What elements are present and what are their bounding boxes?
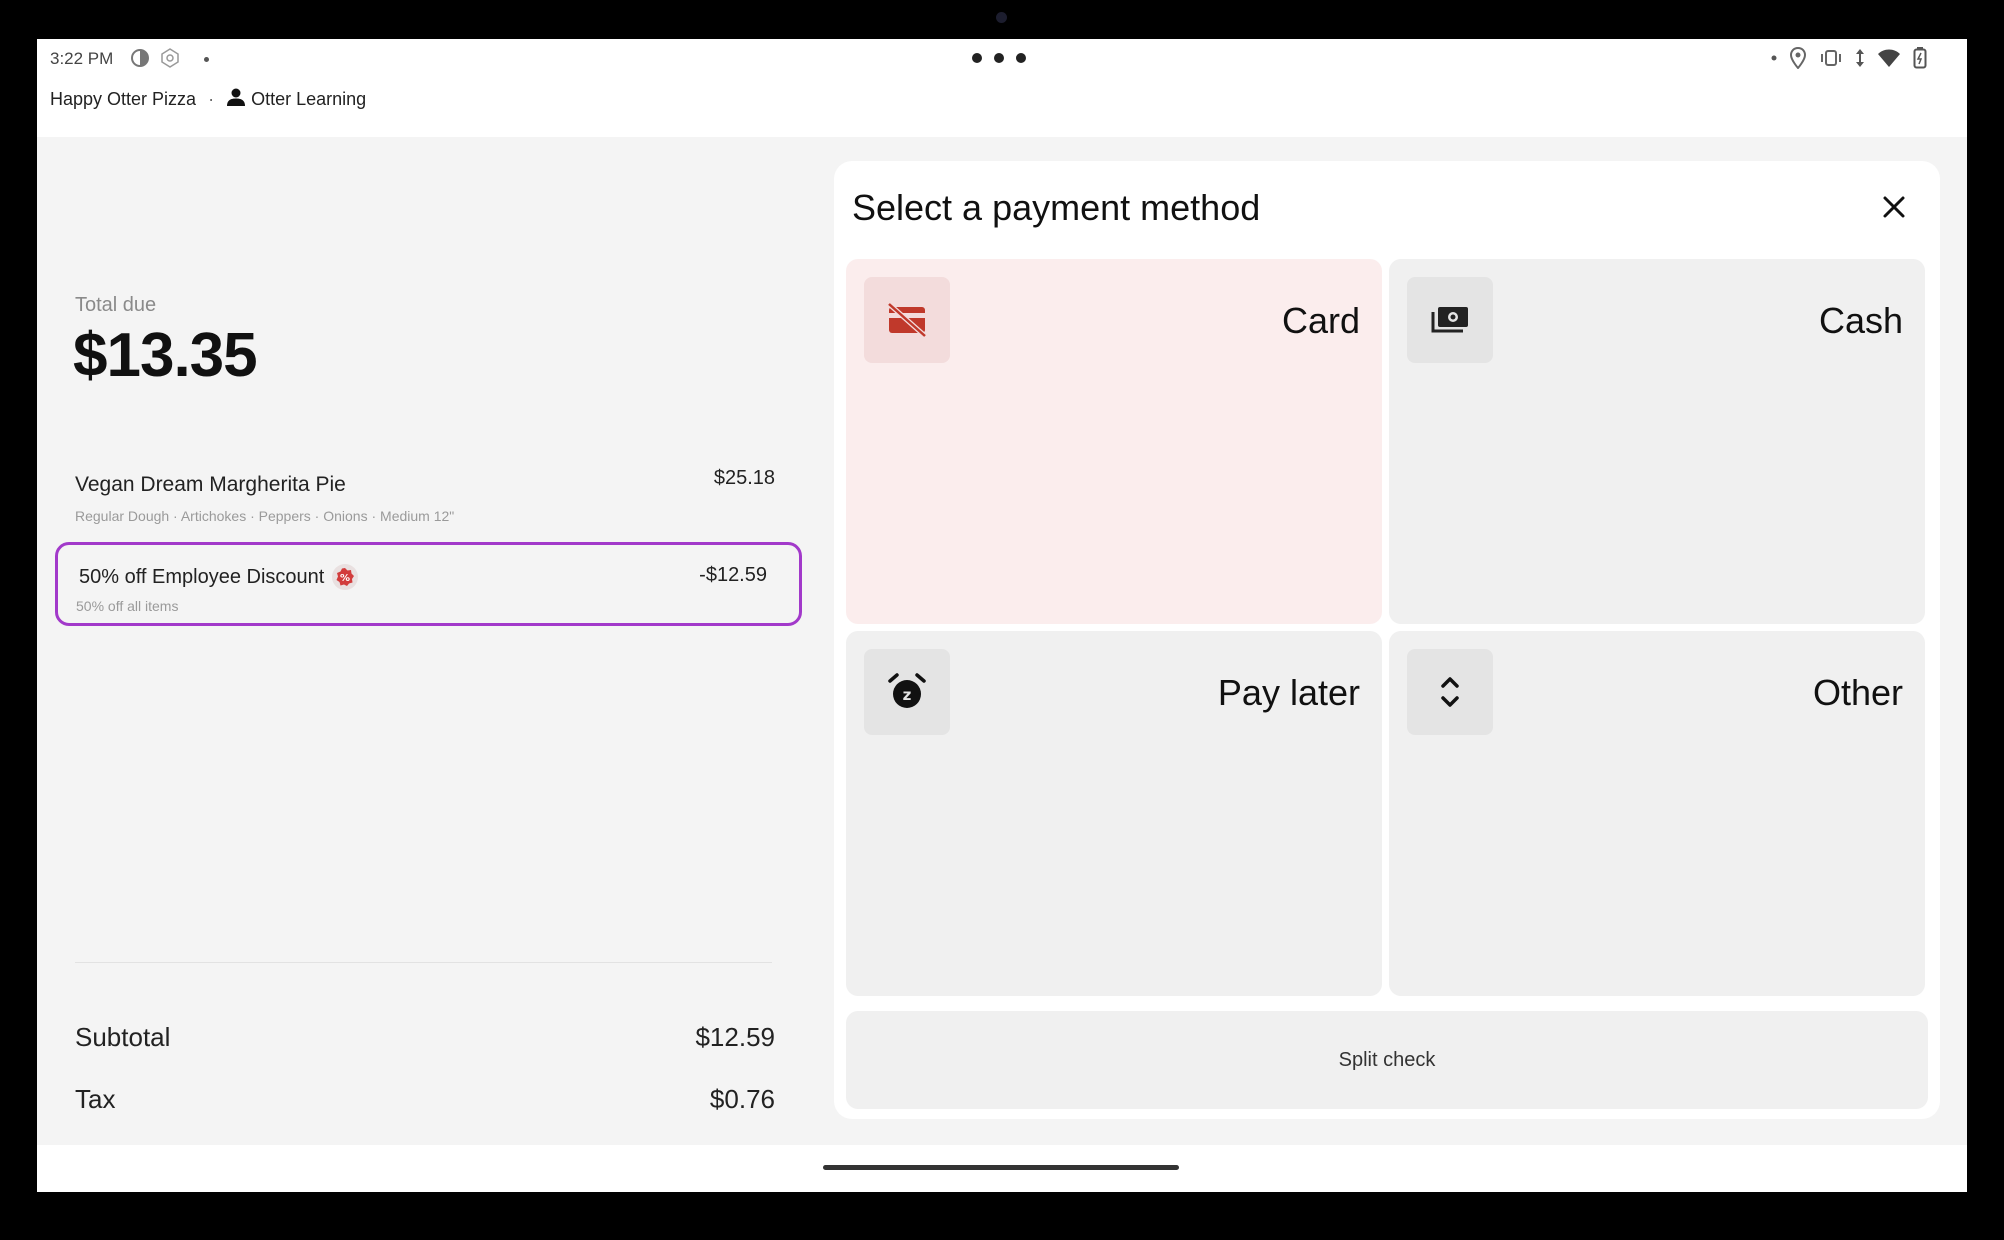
payment-method-panel: Select a payment method Card Cash z Pay … bbox=[834, 161, 1940, 1119]
user-icon bbox=[226, 87, 246, 112]
user-info: Otter Learning bbox=[226, 87, 366, 112]
subtotal-value: $12.59 bbox=[695, 1022, 775, 1052]
battery-icon bbox=[1913, 47, 1927, 69]
panel-title: Select a payment method bbox=[852, 187, 1261, 228]
cash-icon bbox=[1407, 277, 1493, 363]
store-name: Happy Otter Pizza bbox=[50, 89, 197, 109]
tax-label: Tax bbox=[75, 1084, 116, 1114]
user-name: Otter Learning bbox=[251, 89, 367, 109]
wifi-icon bbox=[1877, 48, 1901, 68]
app-header: Happy Otter Pizza · Otter Learning bbox=[50, 87, 366, 112]
battery-saver-icon bbox=[129, 47, 151, 69]
total-due-value: $13.35 bbox=[73, 321, 258, 390]
line-item-modifiers: Regular Dough · Artichokes · Peppers · O… bbox=[75, 508, 455, 524]
other-label: Other bbox=[1812, 672, 1903, 713]
payment-method-card[interactable]: Card bbox=[846, 259, 1382, 624]
discount-line-item[interactable]: 50% off Employee Discount % -$12.59 50% … bbox=[55, 542, 802, 626]
discount-badge-icon: % bbox=[332, 564, 359, 590]
discount-description: 50% off all items bbox=[76, 598, 179, 614]
status-icons bbox=[1771, 47, 1927, 69]
data-arrows-icon bbox=[1855, 48, 1865, 68]
svg-text:%: % bbox=[340, 573, 350, 584]
status-time: 3:22 PM bbox=[50, 49, 114, 68]
line-item-price: $25.18 bbox=[713, 467, 775, 489]
dot-icon bbox=[1771, 55, 1777, 61]
status-bar: 3:22 PM bbox=[37, 39, 1967, 79]
payment-method-cash[interactable]: Cash bbox=[1389, 259, 1925, 624]
close-button[interactable] bbox=[1874, 189, 1914, 229]
total-due-label: Total due bbox=[75, 294, 157, 316]
more-dots-icon[interactable] bbox=[972, 53, 1026, 63]
svg-text:z: z bbox=[903, 686, 912, 704]
tax-value: $0.76 bbox=[709, 1084, 775, 1114]
checkout-main: Total due $13.35 Vegan Dream Margherita … bbox=[37, 137, 1967, 1145]
vibrate-icon bbox=[1819, 48, 1843, 68]
line-item-name: Vegan Dream Margherita Pie bbox=[75, 473, 346, 496]
split-check-button[interactable]: Split check bbox=[846, 1011, 1928, 1109]
discount-amount: -$12.59 bbox=[699, 564, 767, 586]
payment-method-pay-later[interactable]: z Pay later bbox=[846, 631, 1382, 996]
header-separator: · bbox=[208, 89, 215, 109]
card-label: Card bbox=[1281, 300, 1360, 341]
unfold-icon bbox=[1407, 649, 1493, 735]
snooze-alarm-icon: z bbox=[864, 649, 950, 735]
summary-divider bbox=[75, 962, 772, 963]
payment-method-other[interactable]: Other bbox=[1389, 631, 1925, 996]
location-icon bbox=[1789, 47, 1807, 69]
discount-title: 50% off Employee Discount % bbox=[79, 564, 359, 590]
close-icon bbox=[1882, 195, 1906, 224]
discount-name: 50% off Employee Discount bbox=[79, 565, 325, 588]
card-off-icon bbox=[864, 277, 950, 363]
subtotal-label: Subtotal bbox=[75, 1022, 171, 1052]
front-camera bbox=[996, 12, 1007, 23]
device-screen: 3:22 PM Happy Otter Pizza · Otter Learni… bbox=[37, 39, 1967, 1192]
gesture-nav-bar[interactable] bbox=[823, 1165, 1179, 1170]
cash-label: Cash bbox=[1818, 300, 1903, 341]
dot-icon bbox=[204, 57, 209, 62]
pay-later-label: Pay later bbox=[1217, 672, 1360, 713]
app-notification-icon bbox=[159, 47, 181, 69]
